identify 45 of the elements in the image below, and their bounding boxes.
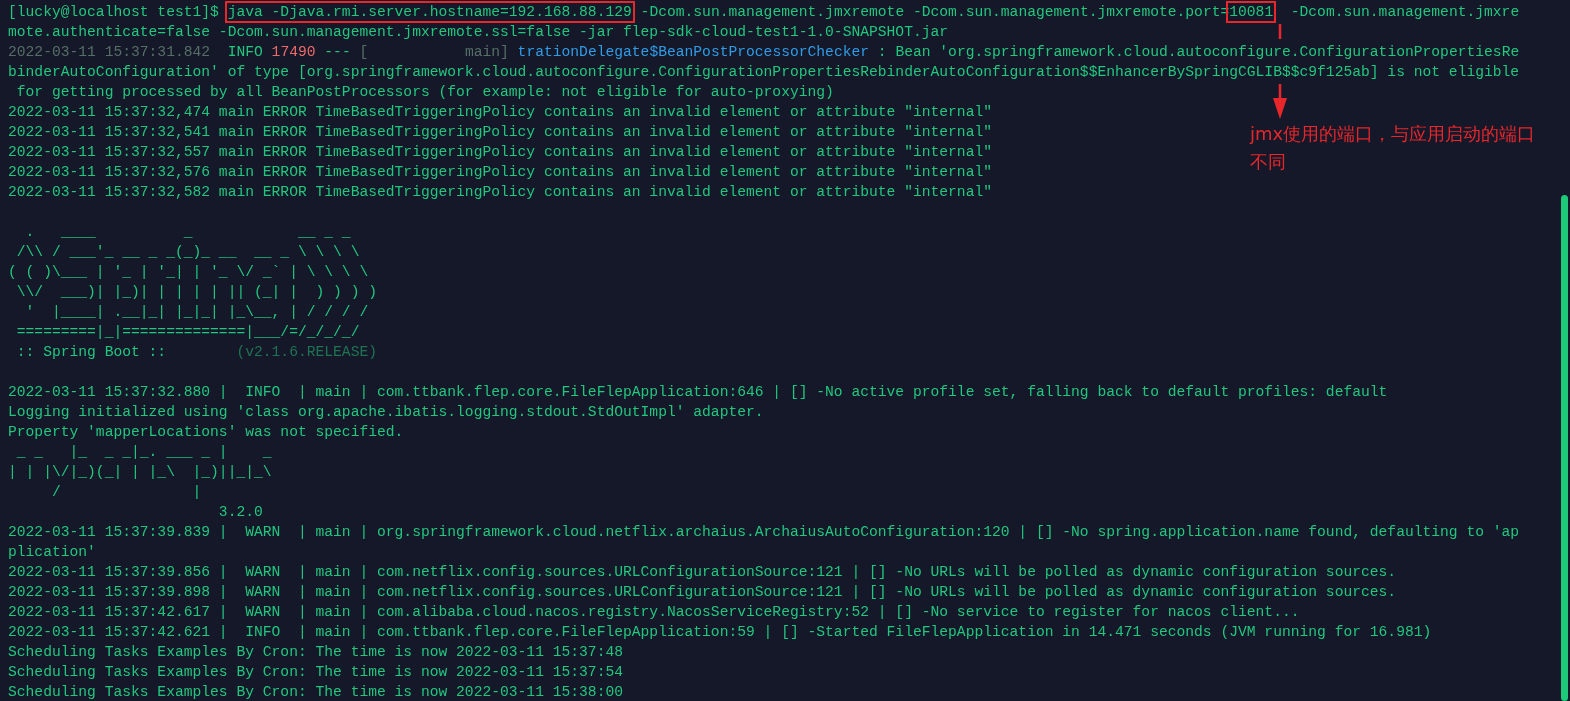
dim-text: [ main] bbox=[359, 44, 509, 60]
terminal-text: for getting processed by all BeanPostProcessors (for example: not eligible for auto-proxying) bbox=[15, 84, 834, 100]
terminal-text: . ____ _ __ _ _ bbox=[24, 224, 351, 240]
terminal-text: | | |\/|_)(_| | |_\ |_)||_|_\ bbox=[8, 464, 272, 480]
terminal-text: plication' bbox=[8, 544, 96, 560]
terminal-text: Scheduling Tasks Examples By Cron: The time is now 2022-03-11 15:38:00 bbox=[8, 684, 623, 700]
terminal-text: \\/ ___)| |_)| | | | | || (_| | ) ) ) ) bbox=[15, 284, 377, 300]
terminal-text: [lucky@localhost test1]$ bbox=[8, 4, 220, 20]
terminal-text: ( ( )\___ | '_ | '_| | '_ \/ _` | \ \ \ \ bbox=[8, 264, 369, 280]
terminal-text: / | bbox=[50, 484, 202, 500]
terminal-text: Scheduling Tasks Examples By Cron: The time is now 2022-03-11 15:37:54 bbox=[8, 664, 623, 680]
terminal-text: Scheduling Tasks Examples By Cron: The time is now 2022-03-11 15:37:48 bbox=[8, 644, 623, 660]
terminal-text: Logging initialized using 'class org.apache.ibatis.logging.stdout.StdOutImpl' adapter. bbox=[8, 404, 764, 420]
terminal-text: 3.2.0 bbox=[217, 504, 263, 520]
terminal-text: ' |____| .__|_| |_|_| |_\__, | / / / / bbox=[24, 304, 369, 320]
terminal-text: :: Spring Boot :: bbox=[15, 344, 168, 360]
logger-name: trationDelegate$BeanPostProcessorChecker bbox=[516, 44, 870, 60]
terminal-text: -Dcom.sun.management.jmxre bbox=[1289, 4, 1520, 20]
terminal-text: /\\ / ___'_ __ _ _(_)_ __ __ _ \ \ \ \ bbox=[15, 244, 360, 260]
terminal-text: 2022-03-11 15:37:32,582 main ERROR TimeBasedTriggeringPolicy contains an invalid element or attribute "internal" bbox=[8, 184, 992, 200]
terminal-text: --- bbox=[323, 44, 352, 60]
terminal-text: 2022-03-11 15:37:32,541 main ERROR TimeBasedTriggeringPolicy contains an invalid element or attribute "internal" bbox=[8, 124, 992, 140]
terminal-text: binderAutoConfiguration' of type [org.springframework.cloud.autoconfigure.ConfigurationPropertiesRebinderAutoConfiguration$$EnhancerBySpringCGLIB$$c9f125ab] is not eligible bbox=[8, 64, 1520, 80]
terminal-text: 2022-03-11 15:37:32,576 main ERROR TimeBasedTriggeringPolicy contains an invalid element or attribute "internal" bbox=[8, 164, 992, 180]
process-id: 17490 bbox=[271, 44, 316, 60]
terminal-text: 2022-03-11 15:37:32,474 main ERROR TimeBasedTriggeringPolicy contains an invalid element or attribute "internal" bbox=[8, 104, 992, 120]
terminal-text: 2022-03-11 15:37:39.856 | WARN | main | com.netflix.config.sources.URLConfigurationSource:121 | [] -No URLs will be polled as dynamic configuration sources. bbox=[8, 564, 1397, 580]
terminal-text: 2022-03-11 15:37:39.839 | WARN | main | org.springframework.cloud.netflix.archaius.ArchaiusAutoConfiguration:120 | [] -No spring.application.name found, defaulting to 'ap bbox=[8, 524, 1520, 540]
terminal-text: mote.authenticate=false -Dcom.sun.management.jmxremote.ssl=false -jar flep-sdk-cloud-test1-1.0-SNAPSHOT.jar bbox=[8, 24, 949, 40]
terminal-text: _ _ |_ _ _|_. ___ _ | _ bbox=[15, 444, 272, 460]
annotation-text: jmx使用的端口，与应用启动的端口不同 bbox=[1250, 122, 1537, 174]
terminal-text: 2022-03-11 15:37:32,557 main ERROR TimeBasedTriggeringPolicy contains an invalid element or attribute "internal" bbox=[8, 144, 992, 160]
terminal-text: 2022-03-11 15:37:42.617 | WARN | main | com.alibaba.cloud.nacos.registry.NacosServiceRegistry:52 | [] -No service to register for nacos client... bbox=[8, 604, 1300, 620]
highlighted-text: java -Djava.rmi.server.hostname=192.168.88.129 bbox=[227, 4, 632, 20]
terminal-text: 2022-03-11 15:37:39.898 | WARN | main | com.netflix.config.sources.URLConfigurationSource:121 | [] -No URLs will be polled as dynamic configuration sources. bbox=[8, 584, 1397, 600]
terminal-text: 2022-03-11 15:37:32.880 | INFO | main | com.ttbank.flep.core.FileFlepApplication:646 | [] -No active profile set, falling back to default profiles: default bbox=[8, 384, 1388, 400]
terminal-text: : Bean 'org.springframework.cloud.autoconfigure.ConfigurationPropertiesRe bbox=[876, 44, 1520, 60]
terminal-text: 2022-03-11 15:37:42.621 | INFO | main | com.ttbank.flep.core.FileFlepApplication:59 | [] -Started FileFlepApplication in 14.471 seconds (JVM running for 16.981) bbox=[8, 624, 1432, 640]
version-text: (v2.1.6.RELEASE) bbox=[236, 344, 377, 360]
terminal-text: =========|_|==============|___/=/_/_/_/ bbox=[15, 324, 360, 340]
scrollbar[interactable] bbox=[1561, 195, 1568, 701]
terminal-text: Property 'mapperLocations' was not specified. bbox=[8, 424, 404, 440]
terminal-text: INFO bbox=[226, 44, 264, 60]
highlighted-text: 10081 bbox=[1229, 4, 1274, 20]
dim-text: 2022-03-11 15:37:31.842 bbox=[8, 44, 211, 60]
